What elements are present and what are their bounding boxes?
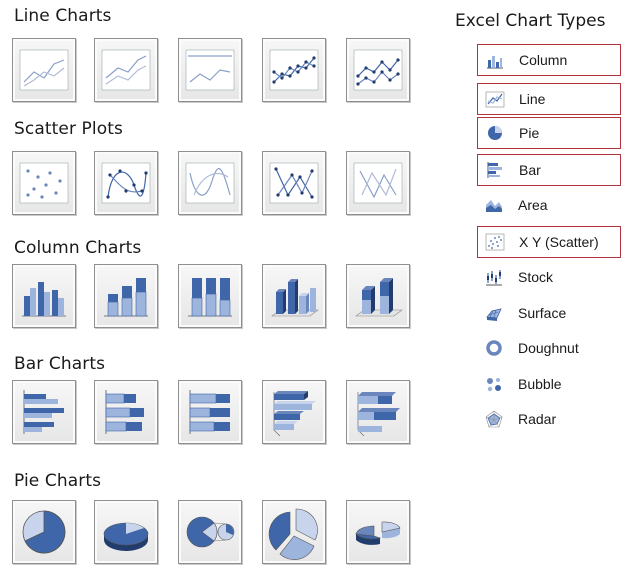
scatter-straight-lines-icon [353, 162, 403, 204]
column-chart-icon [485, 50, 505, 70]
section-title-bar-charts: Bar Charts [14, 354, 106, 374]
exploded-pie-icon [268, 508, 318, 560]
scatter-chart-icon [485, 232, 505, 252]
excel-chart-types-title: Excel Chart Types [455, 11, 606, 31]
section-title-pie-charts: Pie Charts [14, 471, 102, 491]
pie-of-pie-icon [186, 516, 235, 548]
pie-chart-variant-1[interactable] [12, 500, 76, 564]
chart-type-label: Area [518, 197, 548, 213]
line-chart-icon [485, 89, 505, 109]
chart-type-area[interactable]: Area [477, 189, 621, 221]
percent-stacked-bar-icon [189, 390, 230, 434]
section-title-line-charts: Line Charts [14, 6, 112, 26]
chart-type-label: Radar [518, 411, 557, 427]
3d-clustered-bar-icon [273, 391, 316, 437]
chart-type-bubble[interactable]: Bubble [477, 368, 621, 400]
bubble-chart-icon [484, 374, 504, 394]
clustered-bar-icon [23, 390, 64, 434]
pie-chart-variant-4[interactable] [262, 500, 326, 564]
bar-chart-variant-2[interactable] [94, 380, 158, 444]
column-chart-variant-4[interactable] [262, 264, 326, 328]
column-chart-variant-2[interactable] [94, 264, 158, 328]
column-chart-variant-1[interactable] [12, 264, 76, 328]
stacked-bar-icon [105, 390, 144, 434]
3d-clustered-column-icon [271, 279, 319, 317]
stock-chart-icon [484, 267, 504, 287]
chart-type-label: Line [519, 91, 546, 107]
3d-stacked-column-icon [355, 278, 403, 317]
chart-type-doughnut[interactable]: Doughnut [477, 332, 621, 364]
chart-type-stock[interactable]: Stock [477, 261, 621, 293]
chart-type-label: Bubble [518, 376, 562, 392]
chart-type-pie[interactable]: Pie [477, 117, 621, 149]
bar-chart-variant-3[interactable] [178, 380, 242, 444]
area-chart-icon [484, 195, 504, 215]
chart-type-bar[interactable]: Bar [477, 154, 621, 186]
bar-chart-icon [485, 160, 505, 180]
scatter-chart-variant-1[interactable] [12, 151, 76, 215]
3d-pie-icon [103, 522, 149, 551]
pie-icon [22, 510, 66, 554]
chart-type-radar[interactable]: Radar [477, 403, 621, 435]
chart-type-label: Doughnut [518, 340, 579, 356]
section-title-column-charts: Column Charts [14, 238, 142, 258]
3d-stacked-bar-icon [357, 392, 400, 437]
scatter-chart-variant-4[interactable] [262, 151, 326, 215]
chart-type-label: Stock [518, 269, 554, 285]
chart-type-label: X Y (Scatter) [519, 234, 599, 250]
bar-chart-variant-1[interactable] [12, 380, 76, 444]
chart-type-label: Pie [519, 125, 540, 141]
scatter-straight-markers-icon [269, 162, 319, 204]
line-with-markers-chart-icon [269, 49, 319, 91]
line-chart-variant-4[interactable] [262, 38, 326, 102]
chart-type-label: Column [519, 52, 568, 68]
line-chart-variant-1[interactable] [12, 38, 76, 102]
scatter-markers-icon [19, 162, 69, 204]
pie-chart-variant-2[interactable] [94, 500, 158, 564]
bar-chart-variant-4[interactable] [262, 380, 326, 444]
line-chart-variant-3[interactable] [178, 38, 242, 102]
line-chart-variant-2[interactable] [94, 38, 158, 102]
section-title-scatter-plots: Scatter Plots [14, 119, 123, 139]
chart-type-xy-scatter[interactable]: X Y (Scatter) [477, 226, 621, 258]
stacked-column-icon [104, 278, 148, 317]
surface-chart-icon [484, 303, 504, 323]
percent-line-chart-icon [185, 49, 235, 91]
bar-chart-variant-5[interactable] [346, 380, 410, 444]
chart-type-label: Surface [518, 305, 567, 321]
radar-chart-icon [484, 409, 504, 429]
chart-type-column[interactable]: Column [477, 44, 621, 76]
chart-type-label: Bar [519, 162, 541, 178]
clustered-column-icon [22, 282, 66, 317]
scatter-chart-variant-2[interactable] [94, 151, 158, 215]
percent-stacked-column-icon [188, 278, 232, 317]
line-chart-icon [19, 49, 69, 91]
column-chart-variant-3[interactable] [178, 264, 242, 328]
3d-exploded-pie-icon [355, 521, 401, 545]
column-chart-variant-5[interactable] [346, 264, 410, 328]
stacked-line-chart-icon [101, 49, 151, 91]
chart-type-line[interactable]: Line [477, 83, 621, 115]
pie-chart-variant-5[interactable] [346, 500, 410, 564]
stacked-line-with-markers-chart-icon [353, 49, 403, 91]
pie-chart-icon [485, 123, 505, 143]
doughnut-chart-icon [484, 338, 504, 358]
chart-type-surface[interactable]: Surface [477, 297, 621, 329]
scatter-chart-variant-3[interactable] [178, 151, 242, 215]
scatter-chart-variant-5[interactable] [346, 151, 410, 215]
line-chart-variant-5[interactable] [346, 38, 410, 102]
scatter-smooth-markers-icon [101, 162, 151, 204]
scatter-smooth-lines-icon [185, 162, 235, 204]
pie-chart-variant-3[interactable] [178, 500, 242, 564]
